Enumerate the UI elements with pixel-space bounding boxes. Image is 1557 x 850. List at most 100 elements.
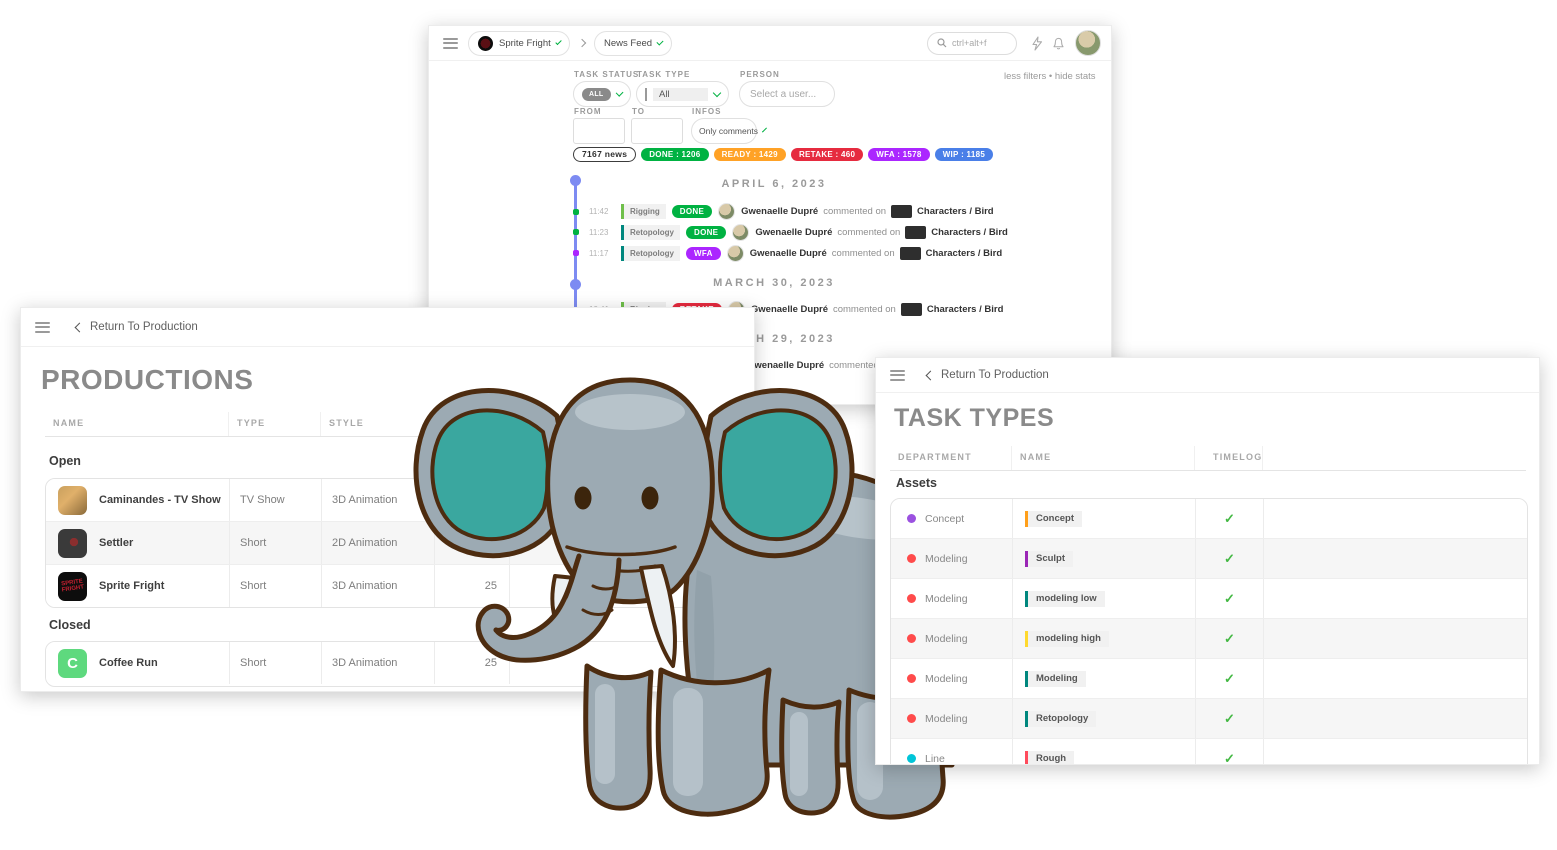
elephant-left-eye — [575, 487, 592, 510]
department-dot — [907, 634, 916, 643]
status-badge-ready[interactable]: READY : 1429 — [714, 148, 786, 161]
from-input[interactable] — [573, 118, 625, 144]
status-badge-retake[interactable]: RETAKE : 460 — [791, 148, 863, 161]
page-select-value: News Feed — [604, 38, 652, 49]
department-dot — [907, 554, 916, 563]
hamburger-menu-icon[interactable] — [443, 38, 458, 49]
back-to-production-link[interactable]: Return To Production — [927, 369, 1049, 381]
timelog-check-icon: ✓ — [1196, 711, 1263, 727]
entry-time: 11:42 — [589, 207, 615, 216]
task-type-row[interactable]: Concept Concept ✓ — [891, 499, 1527, 539]
status-pill: WFA — [686, 247, 721, 260]
back-chevron-icon — [926, 370, 936, 380]
date-header: APRIL 6, 2023 — [579, 178, 969, 190]
chevron-right-icon — [578, 39, 586, 47]
task-type-chip: Modeling — [1025, 671, 1086, 687]
hamburger-menu-icon[interactable] — [35, 322, 50, 333]
column-name: NAME — [45, 412, 229, 436]
elephant-right-eye — [642, 487, 659, 510]
column-name: NAME — [1012, 446, 1195, 470]
bell-icon[interactable] — [1047, 32, 1069, 54]
feed-entry[interactable]: 11:23 Retopology DONE Gwenaelle Duprécom… — [589, 224, 1105, 241]
task-type-row[interactable]: Modeling modeling low ✓ — [891, 579, 1527, 619]
page-title: TASK TYPES — [894, 404, 1054, 433]
entry-text: Gwenaelle Duprécommented onCharacters / … — [755, 226, 1008, 239]
task-status-select[interactable]: ALL — [573, 81, 631, 107]
status-badge-done[interactable]: DONE : 1206 — [641, 148, 708, 161]
page-title: PRODUCTIONS — [41, 364, 253, 396]
productions-topbar: Return To Production — [21, 308, 754, 347]
task-type-select[interactable]: All — [636, 81, 729, 107]
production-icon: SPRITE FRIGHT — [58, 572, 87, 601]
task-type-chip: Rough — [1025, 751, 1074, 766]
person-avatar — [732, 224, 749, 241]
desktop-canvas: Sprite Fright News Feed ctrl+alt+f TASK — [0, 0, 1557, 850]
feed-entry[interactable]: 11:42 Rigging DONE Gwenaelle Duprécommen… — [589, 203, 1105, 220]
task-type-row[interactable]: Modeling modeling high ✓ — [891, 619, 1527, 659]
entry-text: Gwenaelle Duprécommented onCharacters / … — [750, 247, 1003, 260]
entity-thumbnail[interactable] — [891, 205, 912, 218]
task-type-bar — [645, 88, 647, 101]
elephant-leg-highlight — [790, 712, 808, 796]
status-badge-wfa[interactable]: WFA : 1578 — [868, 148, 929, 161]
person-input-field[interactable] — [748, 88, 826, 101]
user-avatar[interactable] — [1075, 30, 1101, 56]
status-badge-wip[interactable]: WIP : 1185 — [935, 148, 993, 161]
task-types-group: Concept Concept ✓ Modeling Sculpt ✓ Mode… — [890, 498, 1528, 765]
timelog-check-icon: ✓ — [1196, 671, 1263, 687]
to-input[interactable] — [631, 118, 683, 144]
task-type-label: TASK TYPE — [637, 70, 690, 79]
elephant-head-highlight — [575, 394, 685, 430]
filters-links[interactable]: less filters • hide stats — [1004, 71, 1096, 82]
column-timelog: TIMELOG — [1195, 446, 1263, 470]
person-avatar — [727, 245, 744, 262]
entry-text: Gwenaelle Duprécommented onCharacters / … — [751, 303, 1004, 316]
elephant-trunk — [478, 560, 619, 660]
column-type: TYPE — [229, 412, 321, 436]
person-input[interactable] — [739, 81, 835, 107]
entity-thumbnail[interactable] — [901, 303, 922, 316]
column-department: DEPARTMENT — [890, 446, 1012, 470]
lightning-icon[interactable] — [1025, 32, 1047, 54]
task-type-row[interactable]: Modeling Modeling ✓ — [891, 659, 1527, 699]
task-types-column-headers: DEPARTMENT NAME TIMELOG — [890, 446, 1526, 471]
infos-value: Only comments — [699, 126, 758, 136]
infos-select[interactable]: Only comments — [691, 118, 757, 144]
timeline-dot — [573, 229, 579, 235]
task-type-chip: Sculpt — [1025, 551, 1073, 567]
search-input[interactable]: ctrl+alt+f — [927, 32, 1017, 55]
feed-entry[interactable]: 11:17 Retopology WFA Gwenaelle Duprécomm… — [589, 245, 1105, 262]
column-extra — [1263, 446, 1526, 470]
search-placeholder: ctrl+alt+f — [952, 38, 987, 48]
entity-thumbnail[interactable] — [900, 247, 921, 260]
timelog-check-icon: ✓ — [1196, 751, 1263, 766]
department-dot — [907, 754, 916, 763]
department-dot — [907, 594, 916, 603]
entity-thumbnail[interactable] — [905, 226, 926, 239]
task-status-value: ALL — [582, 88, 611, 101]
back-to-production-link[interactable]: Return To Production — [76, 321, 198, 333]
task-type-value: All — [653, 88, 708, 101]
task-type-tag: Retopology — [621, 225, 680, 240]
news-count-badge: 7167 news — [573, 147, 636, 162]
back-chevron-icon — [75, 322, 85, 332]
infos-label: INFOS — [692, 107, 721, 116]
production-select[interactable]: Sprite Fright — [468, 31, 570, 56]
stats-row: 7167 news DONE : 1206 READY : 1429 RETAK… — [573, 147, 993, 162]
task-type-chip: Retopology — [1025, 711, 1096, 727]
department-dot — [907, 714, 916, 723]
timelog-check-icon: ✓ — [1196, 511, 1263, 527]
timelog-check-icon: ✓ — [1196, 591, 1263, 607]
status-pill: DONE — [672, 205, 712, 218]
search-icon — [937, 38, 947, 48]
department-dot — [907, 674, 916, 683]
section-assets: Assets — [896, 476, 937, 490]
page-select[interactable]: News Feed — [594, 31, 672, 56]
section-open: Open — [49, 454, 81, 468]
news-feed-topbar: Sprite Fright News Feed ctrl+alt+f — [429, 26, 1111, 61]
hamburger-menu-icon[interactable] — [890, 370, 905, 381]
task-type-row[interactable]: Modeling Sculpt ✓ — [891, 539, 1527, 579]
task-type-chip: modeling high — [1025, 631, 1109, 647]
task-type-row[interactable]: Line Rough ✓ — [891, 739, 1527, 765]
task-type-row[interactable]: Modeling Retopology ✓ — [891, 699, 1527, 739]
